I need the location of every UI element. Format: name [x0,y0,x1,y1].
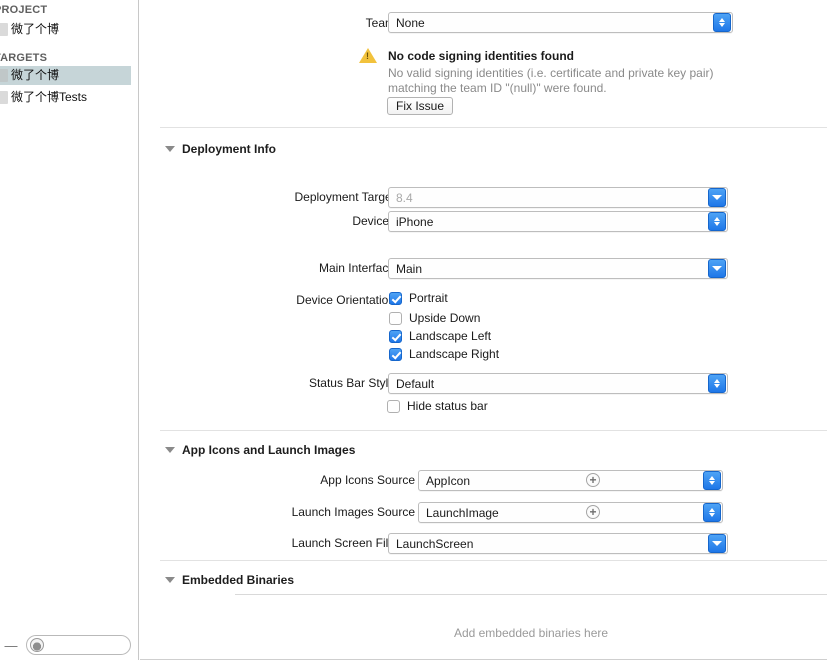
checkbox-label: Upside Down [409,311,481,325]
section-header-app-icons[interactable]: App Icons and Launch Images [165,443,355,457]
disclosure-triangle-icon [165,577,175,583]
main-interface-dropdown[interactable]: Main [388,258,728,279]
embedded-binaries-placeholder: Add embedded binaries here [453,626,609,640]
disclosure-triangle-icon [165,447,175,453]
checkbox-upside-down[interactable]: Upside Down [389,311,480,325]
plus-icon: + [589,472,597,487]
xcode-target-settings-window: PROJECT 微了个博 TARGETS 微了个博 微了个博Tests — [0,0,827,660]
sidebar-group-project: PROJECT [0,4,48,16]
target-icon [0,91,8,104]
stepper-icon[interactable] [708,374,726,393]
checkbox-label: Landscape Left [409,329,492,343]
sidebar-item-label: 微了个博Tests [11,90,88,104]
app-icons-source-value: AppIcon [426,473,471,488]
signing-warning-title: No code signing identities found [388,49,574,63]
checkbox-portrait[interactable]: Portrait [389,291,448,305]
section-title: Deployment Info [182,142,277,156]
sidebar-filter-field[interactable] [26,635,131,655]
app-icons-source-dropdown[interactable]: AppIcon [418,470,723,491]
chevron-down-icon[interactable] [708,188,726,207]
team-dropdown[interactable]: None [388,12,733,33]
team-label: Team [365,16,395,30]
main-interface-value: Main [396,261,423,276]
sidebar-item-label: 微了个博 [11,68,60,82]
section-divider [160,560,827,561]
target-icon [0,69,8,82]
sidebar-item-target-weiblog[interactable]: 微了个博 [0,66,131,85]
section-header-embedded-binaries[interactable]: Embedded Binaries [165,573,294,587]
deployment-target-label: Deployment Target [294,190,396,204]
sidebar-item-project-weiblog[interactable]: 微了个博 [0,20,131,39]
project-icon [0,23,8,36]
sidebar-item-target-weiblog-tests[interactable]: 微了个博Tests [0,88,131,107]
app-icons-source-label: App Icons Source [320,473,415,487]
launch-images-source-value: LaunchImage [426,505,499,520]
devices-dropdown[interactable]: iPhone [388,211,728,232]
main-interface-label: Main Interface [318,261,395,275]
checkbox-icon[interactable] [389,347,402,361]
checkbox-landscape-left[interactable]: Landscape Left [389,329,491,343]
checkbox-icon[interactable] [389,311,402,325]
launch-images-source-label: Launch Images Source [291,505,415,519]
checkbox-icon[interactable] [389,329,402,343]
warning-triangle-icon [359,48,377,63]
stepper-icon[interactable] [708,212,726,231]
status-bar-style-dropdown[interactable]: Default [388,373,728,394]
app-icons-add-button[interactable]: + [586,473,600,487]
deployment-target-dropdown[interactable]: 8.4 [388,187,728,208]
launch-screen-file-dropdown[interactable]: LaunchScreen [388,533,728,554]
fix-issue-button[interactable]: Fix Issue [387,97,454,115]
status-bar-style-label: Status Bar Style [308,376,395,390]
checkbox-label: Hide status bar [407,399,488,413]
sidebar-group-targets: TARGETS [0,52,48,64]
sidebar-item-label: 微了个博 [11,22,60,36]
stepper-icon[interactable] [703,471,721,490]
deployment-target-value: 8.4 [396,190,413,205]
checkbox-landscape-right[interactable]: Landscape Right [389,347,499,361]
section-header-deployment-info[interactable]: Deployment Info [165,142,276,156]
checkbox-icon[interactable] [389,291,402,305]
devices-label: Devices [352,214,395,228]
team-value: None [396,15,425,30]
embedded-binaries-rule [235,594,827,595]
chevron-down-icon[interactable] [708,259,726,278]
status-bar-style-value: Default [396,376,435,391]
section-title: App Icons and Launch Images [182,443,356,457]
project-navigator-sidebar: PROJECT 微了个博 TARGETS 微了个博 微了个博Tests — [0,0,139,660]
target-settings-pane: Team None No code signing identities fou… [140,0,827,660]
section-divider [160,430,827,431]
device-orientation-label: Device Orientation [296,293,395,307]
sidebar-footer: — [0,630,138,660]
minus-icon: — [4,637,18,653]
stepper-icon[interactable] [703,503,721,522]
stepper-icon[interactable] [713,13,731,32]
remove-target-button[interactable]: — [2,638,20,652]
launch-images-source-dropdown[interactable]: LaunchImage [418,502,723,523]
launch-images-add-button[interactable]: + [586,505,600,519]
checkbox-hide-status-bar[interactable]: Hide status bar [387,399,488,413]
checkbox-label: Landscape Right [409,347,500,361]
disclosure-triangle-icon [165,146,175,152]
sidebar-filter-input[interactable] [44,638,130,652]
launch-screen-file-label: Launch Screen File [291,536,395,550]
launch-screen-file-value: LaunchScreen [396,536,474,551]
section-title: Embedded Binaries [182,573,295,587]
checkbox-label: Portrait [409,291,448,305]
section-divider [160,127,827,128]
chevron-down-icon[interactable] [708,534,726,553]
devices-value: iPhone [396,214,434,229]
plus-icon: + [589,504,597,519]
checkbox-icon[interactable] [387,399,400,413]
signing-warning-body: No valid signing identities (i.e. certif… [388,66,714,95]
filter-icon [30,638,44,652]
